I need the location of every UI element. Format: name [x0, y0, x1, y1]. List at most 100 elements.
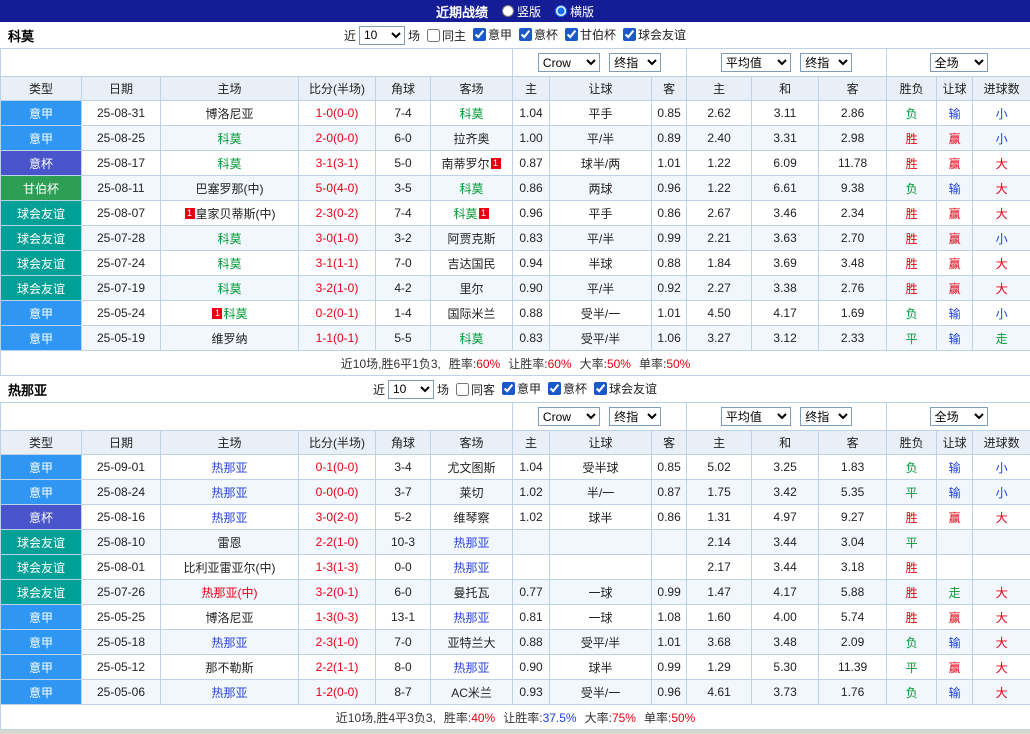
league-filter[interactable]: 球会友谊: [616, 26, 686, 43]
match-scope-select[interactable]: 全场: [929, 407, 988, 426]
layout-horizontal-radio[interactable]: [555, 5, 567, 17]
score-link[interactable]: 3-2(1-0): [316, 281, 359, 295]
score-link[interactable]: 3-1(1-1): [316, 256, 359, 270]
same-venue-checkbox[interactable]: [455, 382, 469, 396]
score-link[interactable]: 2-0(0-0): [316, 131, 359, 145]
team-name[interactable]: 科莫: [217, 232, 241, 246]
team-name[interactable]: 巴塞罗那(中): [196, 182, 264, 196]
match-scope-select[interactable]: 全场: [929, 53, 988, 72]
league-checkbox[interactable]: [565, 28, 579, 41]
score-link[interactable]: 0-0(0-0): [316, 485, 359, 499]
league-checkbox[interactable]: [519, 28, 532, 41]
team-name[interactable]: 博洛尼亚: [205, 107, 253, 121]
handicap-result-cell: [936, 529, 974, 555]
league-checkbox[interactable]: [502, 382, 515, 395]
score-link[interactable]: 2-2(1-0): [316, 535, 359, 549]
team-name[interactable]: 拉齐奥: [454, 132, 490, 146]
team-name[interactable]: 曼托瓦: [454, 586, 490, 600]
team-name[interactable]: AC米兰: [451, 686, 492, 700]
score-link[interactable]: 1-2(0-0): [316, 685, 359, 699]
recent-count-select[interactable]: 10: [358, 25, 405, 45]
team-name[interactable]: 科莫: [460, 332, 484, 346]
score-link[interactable]: 2-3(0-2): [316, 206, 359, 220]
result-cell: 负: [886, 629, 938, 655]
score-link[interactable]: 1-1(0-1): [316, 331, 359, 345]
asian-odds-time-select[interactable]: 终指: [609, 53, 662, 72]
bookmaker-select[interactable]: Crow: [537, 407, 600, 426]
team-name[interactable]: 科莫: [217, 132, 241, 146]
same-venue-checkbox[interactable]: [426, 28, 440, 42]
team-name[interactable]: 热那亚: [211, 511, 247, 525]
score-link[interactable]: 2-2(1-1): [316, 660, 359, 674]
league-filter[interactable]: 意杯: [512, 26, 558, 43]
team-name[interactable]: 国际米兰: [448, 307, 496, 321]
league-checkbox[interactable]: [594, 382, 608, 395]
team-name[interactable]: 科莫: [223, 307, 247, 321]
team-name[interactable]: 里尔: [460, 282, 484, 296]
score-link[interactable]: 0-1(0-0): [316, 460, 359, 474]
team-name[interactable]: 热那亚: [454, 561, 490, 575]
team-name[interactable]: 科莫: [217, 257, 241, 271]
euro-source-select[interactable]: 平均值: [720, 407, 791, 426]
league-filter[interactable]: 意甲: [495, 380, 541, 397]
layout-vertical-option[interactable]: 竖版: [501, 3, 541, 20]
team-name[interactable]: 维罗纳: [211, 332, 247, 346]
team-name[interactable]: 科莫: [217, 157, 241, 171]
score-link[interactable]: 3-1(3-1): [316, 156, 359, 170]
asian-odds-time-select[interactable]: 终指: [609, 407, 662, 426]
home-team-cell: 热那亚: [160, 479, 299, 505]
team-name[interactable]: 雷恩: [217, 536, 241, 550]
euro-odds-time-select[interactable]: 终指: [800, 407, 853, 426]
team-name[interactable]: 阿贾克斯: [448, 232, 496, 246]
league-checkbox[interactable]: [472, 28, 486, 41]
team-name[interactable]: 科莫: [460, 107, 484, 121]
score-link[interactable]: 0-2(0-1): [316, 306, 359, 320]
team-name[interactable]: 吉达国民: [448, 257, 496, 271]
team-name[interactable]: 皇家贝蒂斯(中): [196, 207, 276, 221]
team-name[interactable]: 科莫: [454, 207, 478, 221]
team-name[interactable]: 比利亚雷亚尔(中): [184, 561, 276, 575]
league-filter[interactable]: 意杯: [541, 380, 587, 397]
score-link[interactable]: 1-3(0-3): [316, 610, 359, 624]
same-venue-filter[interactable]: 同主: [420, 27, 466, 44]
team-name[interactable]: 维琴察: [454, 511, 490, 525]
team-name[interactable]: 亚特兰大: [448, 636, 496, 650]
team-name[interactable]: 尤文图斯: [448, 461, 496, 475]
team-name[interactable]: 热那亚: [211, 636, 247, 650]
team-name[interactable]: 热那亚: [454, 611, 490, 625]
team-name[interactable]: 热那亚: [454, 536, 490, 550]
team-name[interactable]: 科莫: [217, 282, 241, 296]
team-name[interactable]: 莱切: [460, 486, 484, 500]
team-name[interactable]: 博洛尼亚: [205, 611, 253, 625]
team-name[interactable]: 热那亚: [454, 661, 490, 675]
team-name[interactable]: 那不勒斯: [205, 661, 253, 675]
league-checkbox[interactable]: [548, 382, 562, 395]
league-type-cell: 意甲: [0, 479, 82, 505]
recent-count-select[interactable]: 10: [387, 379, 434, 399]
team-name[interactable]: 热那亚: [211, 461, 247, 475]
score-link[interactable]: 1-0(0-0): [316, 106, 359, 120]
euro-odds-time-select[interactable]: 终指: [800, 53, 853, 72]
bookmaker-select[interactable]: Crow: [537, 53, 600, 72]
league-filter[interactable]: 意甲: [466, 26, 512, 43]
score-link[interactable]: 3-2(0-1): [316, 585, 359, 599]
league-filter[interactable]: 球会友谊: [587, 380, 657, 397]
score-link[interactable]: 3-0(1-0): [316, 231, 359, 245]
score-link[interactable]: 3-0(2-0): [316, 510, 359, 524]
team-name[interactable]: 热那亚(中): [202, 586, 258, 600]
layout-vertical-radio[interactable]: [501, 5, 514, 17]
date-cell: 25-05-24: [81, 300, 161, 326]
layout-horizontal-option[interactable]: 横版: [555, 3, 594, 20]
team-name[interactable]: 科莫: [460, 182, 484, 196]
team-name[interactable]: 热那亚: [211, 686, 247, 700]
euro-source-select[interactable]: 平均值: [720, 53, 791, 72]
team-name[interactable]: 热那亚: [211, 486, 247, 500]
away-team-cell: 科莫: [429, 175, 514, 201]
same-venue-filter[interactable]: 同客: [449, 381, 495, 398]
score-link[interactable]: 1-3(1-3): [316, 560, 359, 574]
score-link[interactable]: 2-3(1-0): [316, 635, 359, 649]
league-checkbox[interactable]: [623, 28, 637, 41]
score-link[interactable]: 5-0(4-0): [316, 181, 359, 195]
team-name[interactable]: 南蒂罗尔: [442, 157, 490, 171]
league-filter[interactable]: 甘伯杯: [558, 26, 616, 43]
